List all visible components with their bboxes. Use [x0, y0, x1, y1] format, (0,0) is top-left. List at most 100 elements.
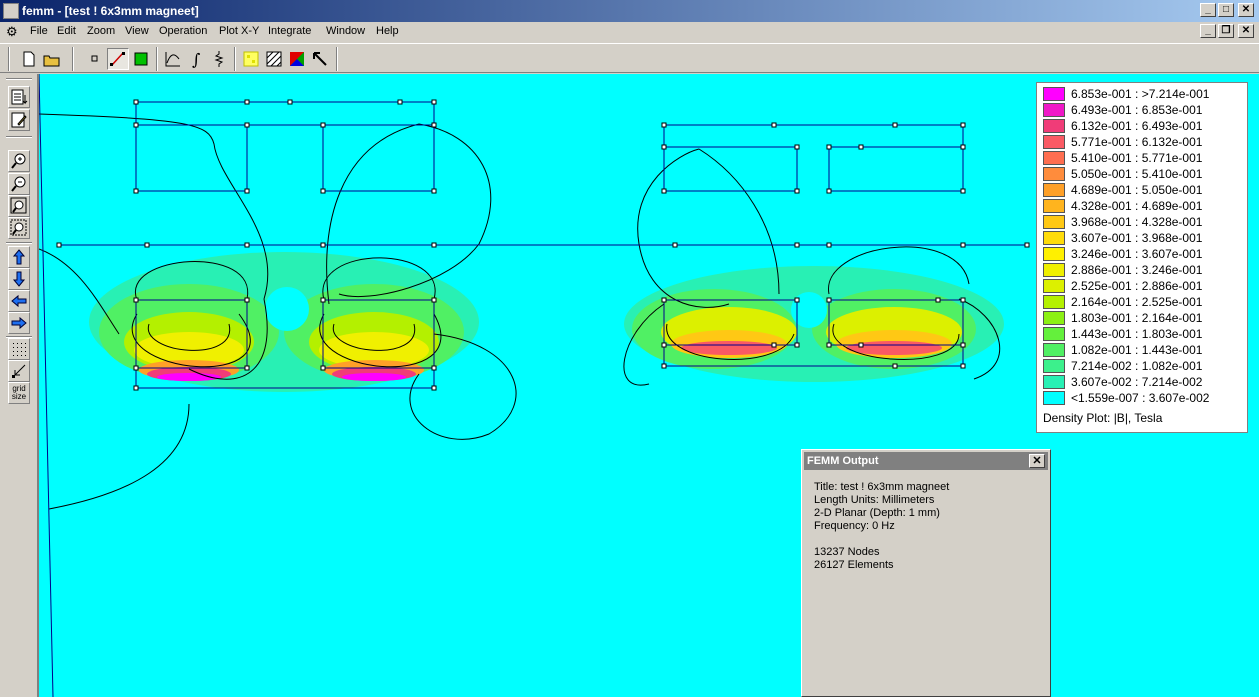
doc-restore-button[interactable]: ❐	[1218, 24, 1234, 38]
output-line-nodes: 13237 Nodes	[814, 546, 880, 558]
circuit-icon[interactable]	[208, 48, 230, 70]
legend-label: 4.689e-001 : 5.050e-001	[1071, 183, 1203, 197]
legend-label: 3.607e-002 : 7.214e-002	[1071, 375, 1203, 389]
legend-label: 2.525e-001 : 2.886e-001	[1071, 279, 1203, 293]
grid-size-button[interactable]: grid size	[8, 382, 30, 404]
toolbar-separator	[72, 47, 74, 71]
maximize-button[interactable]: □	[1218, 3, 1234, 17]
legend-swatch	[1043, 247, 1065, 261]
doc-minimize-button[interactable]: _	[1200, 24, 1216, 38]
legend-swatch	[1043, 87, 1065, 101]
left-toolbar: grid size	[0, 74, 36, 697]
legend-label: 3.246e-001 : 3.607e-001	[1071, 247, 1203, 261]
legend-label: 5.410e-001 : 5.771e-001	[1071, 151, 1203, 165]
legend-swatch	[1043, 231, 1065, 245]
legend-swatch	[1043, 327, 1065, 341]
legend-label: 1.443e-001 : 1.803e-001	[1071, 327, 1203, 341]
output-window-close-button[interactable]: ✕	[1029, 454, 1045, 468]
pan-left-icon[interactable]	[8, 290, 30, 312]
density-field	[89, 252, 1004, 392]
grid-size-label: grid size	[11, 384, 27, 401]
left-toolbar-separator	[6, 242, 32, 244]
window-titlebar[interactable]: femm - [test ! 6x3mm magneet] _ □ ✕	[0, 0, 1259, 22]
node-icon[interactable]	[84, 48, 106, 70]
output-line-problem-type: 2-D Planar (Depth: 1 mm)	[814, 507, 940, 519]
legend-swatch	[1043, 391, 1065, 405]
menu-zoom[interactable]: Zoom	[87, 25, 115, 37]
legend-swatch	[1043, 183, 1065, 197]
pan-down-icon[interactable]	[8, 268, 30, 290]
legend-swatch	[1043, 167, 1065, 181]
zoom-window-icon[interactable]	[8, 217, 30, 239]
output-line-elements: 26127 Elements	[814, 559, 894, 571]
femm-app-icon	[3, 3, 19, 19]
doc-close-button[interactable]: ✕	[1238, 24, 1254, 38]
menu-help[interactable]: Help	[376, 25, 399, 37]
toolbar-separator	[234, 47, 236, 71]
legend-label: 3.968e-001 : 4.328e-001	[1071, 215, 1203, 229]
block-icon[interactable]	[130, 48, 152, 70]
menu-operation[interactable]: Operation	[159, 25, 207, 37]
zoom-out-icon[interactable]	[8, 173, 30, 195]
legend-swatch	[1043, 279, 1065, 293]
menu-view[interactable]: View	[125, 25, 149, 37]
grid-snap-icon[interactable]	[8, 360, 30, 382]
hatch-icon[interactable]	[263, 48, 285, 70]
menu-file[interactable]: File	[30, 25, 48, 37]
left-toolbar-grip	[6, 78, 32, 80]
output-window-title: FEMM Output	[807, 455, 879, 467]
toolbar-grip	[8, 47, 10, 71]
grid-show-icon[interactable]	[8, 338, 30, 360]
toolbar-separator	[336, 47, 338, 71]
legend-label: 1.803e-001 : 2.164e-001	[1071, 311, 1203, 325]
new-file-icon[interactable]	[18, 48, 40, 70]
menu-edit[interactable]: Edit	[57, 25, 76, 37]
open-file-icon[interactable]	[41, 48, 63, 70]
list-icon[interactable]	[8, 86, 30, 108]
legend-swatch	[1043, 151, 1065, 165]
legend-swatch	[1043, 263, 1065, 277]
integrate-icon[interactable]: ∫	[185, 48, 207, 70]
legend-swatch	[1043, 215, 1065, 229]
legend-label: 3.607e-001 : 3.968e-001	[1071, 231, 1203, 245]
legend-label: 2.164e-001 : 2.525e-001	[1071, 295, 1203, 309]
output-window-titlebar[interactable]: FEMM Output ✕	[804, 452, 1048, 470]
legend-label: 1.082e-001 : 1.443e-001	[1071, 343, 1203, 357]
menu-plot-xy[interactable]: Plot X-Y	[219, 25, 259, 37]
femm-output-window[interactable]: FEMM Output ✕ Title: test ! 6x3mm magnee…	[801, 449, 1051, 697]
pan-up-icon[interactable]	[8, 246, 30, 268]
plot-xy-icon[interactable]	[162, 48, 184, 70]
legend-label: 5.050e-001 : 5.410e-001	[1071, 167, 1203, 181]
legend-title: Density Plot: |B|, Tesla	[1043, 411, 1163, 425]
legend-label: 6.132e-001 : 6.493e-001	[1071, 119, 1203, 133]
output-line-title: Title: test ! 6x3mm magneet	[814, 481, 950, 493]
menu-integrate[interactable]: Integrate	[268, 25, 311, 37]
pan-right-icon[interactable]	[8, 312, 30, 334]
menu-window[interactable]: Window	[326, 25, 365, 37]
legend-label: 5.771e-001 : 6.132e-001	[1071, 135, 1203, 149]
legend-label: 6.493e-001 : 6.853e-001	[1071, 103, 1203, 117]
vector-icon[interactable]	[286, 48, 308, 70]
menu-bar: ⚙ File Edit Zoom View Operation Plot X-Y…	[0, 22, 1259, 42]
minimize-button[interactable]: _	[1200, 3, 1216, 17]
document-system-menu-icon[interactable]: ⚙	[6, 24, 24, 40]
legend-swatch	[1043, 199, 1065, 213]
legend-swatch	[1043, 135, 1065, 149]
line-icon[interactable]	[107, 48, 129, 70]
legend-label: <1.559e-007 : 3.607e-002	[1071, 391, 1210, 405]
zoom-natural-icon[interactable]	[8, 195, 30, 217]
arrow-select-icon[interactable]	[309, 48, 331, 70]
zoom-in-icon[interactable]	[8, 150, 30, 172]
legend-swatch	[1043, 311, 1065, 325]
legend-swatch	[1043, 119, 1065, 133]
density-legend: 6.853e-001 : >7.214e-001 6.493e-001 : 6.8…	[1036, 82, 1248, 433]
close-button[interactable]: ✕	[1238, 3, 1254, 17]
legend-swatch	[1043, 359, 1065, 373]
left-toolbar-separator	[6, 136, 32, 138]
output-line-frequency: Frequency: 0 Hz	[814, 520, 895, 532]
density-plot-icon[interactable]	[240, 48, 262, 70]
edit-note-icon[interactable]	[8, 109, 30, 131]
legend-swatch	[1043, 343, 1065, 357]
window-title: femm - [test ! 6x3mm magneet]	[22, 4, 199, 18]
legend-label: 4.328e-001 : 4.689e-001	[1071, 199, 1203, 213]
